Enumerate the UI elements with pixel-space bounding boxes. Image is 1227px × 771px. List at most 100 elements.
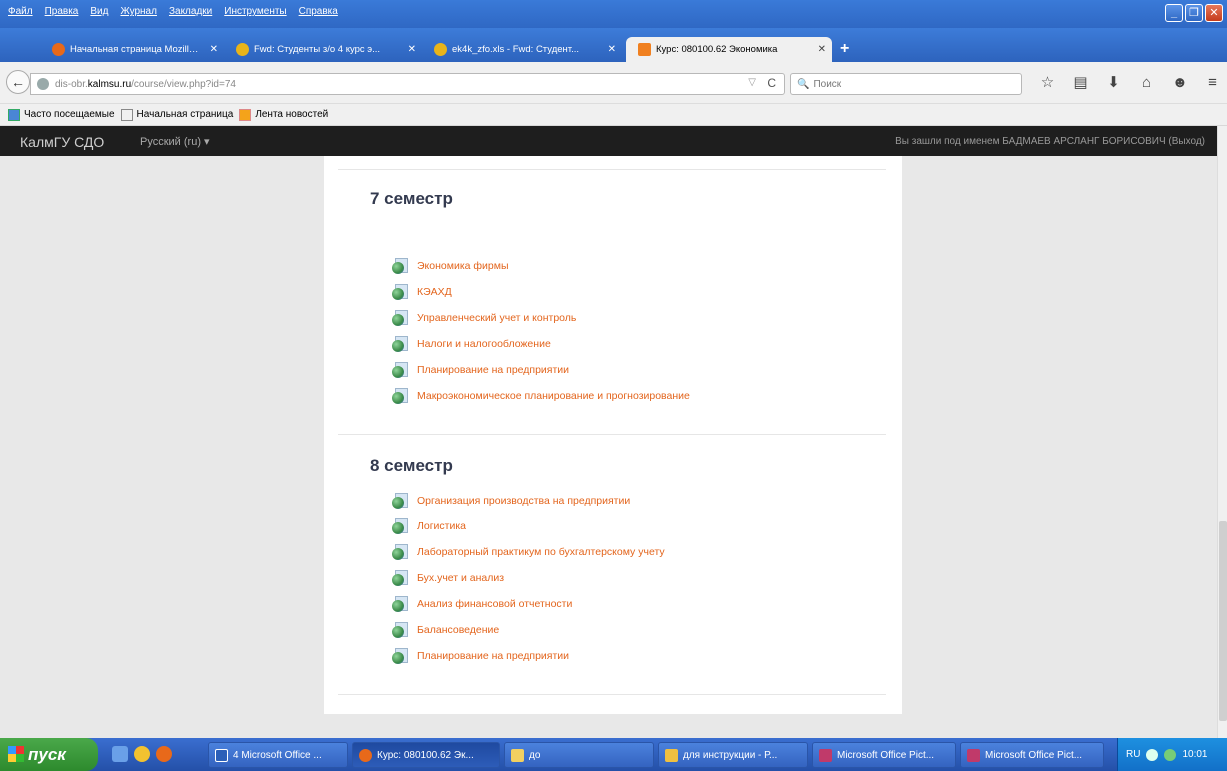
url-resource-icon bbox=[392, 336, 409, 352]
start-button[interactable]: пуск bbox=[0, 738, 98, 771]
section-title-8: 8 семестр bbox=[370, 456, 453, 475]
activity-link[interactable]: Экономика фирмы bbox=[392, 258, 509, 274]
activity-title[interactable]: Логистика bbox=[417, 520, 466, 532]
url-resource-icon bbox=[392, 284, 409, 300]
activity-title[interactable]: Планирование на предприятии bbox=[417, 364, 569, 376]
task-office-picture-2[interactable]: Microsoft Office Pict... bbox=[960, 742, 1104, 768]
activity-link[interactable]: Налоги и налогообложение bbox=[392, 336, 551, 352]
vertical-scrollbar[interactable] bbox=[1217, 126, 1227, 738]
bookmark-most-visited[interactable]: Часто посещаемые bbox=[8, 108, 115, 121]
activity-title[interactable]: Бух.учет и анализ bbox=[417, 572, 504, 584]
activity-title[interactable]: КЭАХД bbox=[417, 286, 452, 298]
tab-course-active[interactable]: Курс: 080100.62 Экономика ✕ bbox=[626, 37, 832, 62]
activity-link[interactable]: Организация производства на предприятии bbox=[392, 493, 630, 509]
section-divider bbox=[338, 169, 886, 170]
clock[interactable]: 10:01 bbox=[1182, 749, 1207, 760]
reload-icon[interactable]: C bbox=[767, 76, 776, 90]
reading-list-icon[interactable]: ▤ bbox=[1073, 75, 1088, 91]
activity-link[interactable]: Планирование на предприятии bbox=[392, 648, 569, 664]
firefox-icon bbox=[52, 43, 65, 56]
tab-fwd-students[interactable]: Fwd: Студенты з/о 4 курс э... ✕ bbox=[224, 37, 422, 62]
download-icon[interactable]: ⬇ bbox=[1106, 75, 1121, 91]
firefox-icon[interactable] bbox=[156, 746, 172, 762]
task-firefox[interactable]: Курс: 080100.62 Эк... bbox=[352, 742, 500, 768]
user-login-info[interactable]: Вы зашли под именем БАДМАЕВ АРСЛАНГ БОРИ… bbox=[895, 136, 1205, 147]
quick-launch bbox=[112, 746, 172, 762]
activity-link[interactable]: Лабораторный практикум по бухгалтерскому… bbox=[392, 544, 665, 560]
activity-link[interactable]: Балансоведение bbox=[392, 622, 499, 638]
back-arrow-icon[interactable]: ← bbox=[6, 70, 30, 94]
menu-tools[interactable]: Инструменты bbox=[224, 6, 286, 17]
menu-edit[interactable]: Правка bbox=[45, 6, 79, 17]
globe-icon bbox=[37, 78, 49, 90]
bookmark-start-page[interactable]: Начальная страница bbox=[120, 108, 233, 121]
url-resource-icon bbox=[392, 544, 409, 560]
tab-close-icon[interactable]: ✕ bbox=[818, 44, 826, 55]
home-icon[interactable]: ⌂ bbox=[1139, 75, 1154, 91]
site-brand-link[interactable]: КалмГУ СДО bbox=[20, 134, 104, 150]
antivirus-icon[interactable] bbox=[1164, 748, 1177, 761]
tab-label: Начальная страница Mozilla ... bbox=[70, 44, 201, 55]
menu-file[interactable]: Файл bbox=[8, 6, 33, 17]
activity-title[interactable]: Балансоведение bbox=[417, 624, 499, 636]
task-paint[interactable]: для инструкции - Р... bbox=[658, 742, 808, 768]
page-icon bbox=[120, 108, 133, 121]
page-viewport: КалмГУ СДО Русский (ru) ▾ Вы зашли под и… bbox=[0, 126, 1217, 738]
activity-link[interactable]: Логистика bbox=[392, 518, 466, 534]
word-icon bbox=[215, 748, 228, 762]
tab-close-icon[interactable]: ✕ bbox=[608, 44, 616, 55]
bookmark-news-feed[interactable]: Лента новостей bbox=[239, 108, 328, 121]
tab-close-icon[interactable]: ✕ bbox=[210, 44, 218, 55]
address-bar[interactable]: dis-obr.kalmsu.ru/course/view.php?id=74 … bbox=[30, 73, 785, 95]
task-folder[interactable]: до bbox=[504, 742, 654, 768]
menu-hamburger-icon[interactable]: ≡ bbox=[1205, 75, 1220, 91]
mail-icon bbox=[434, 43, 447, 56]
activity-title[interactable]: Анализ финансовой отчетности bbox=[417, 598, 572, 610]
activity-link[interactable]: Управленческий учет и контроль bbox=[392, 310, 576, 326]
language-indicator[interactable]: RU bbox=[1126, 749, 1140, 760]
url-resource-icon bbox=[392, 362, 409, 378]
activity-title[interactable]: Планирование на предприятии bbox=[417, 650, 569, 662]
url-resource-icon bbox=[392, 258, 409, 274]
task-office-picture-1[interactable]: Microsoft Office Pict... bbox=[812, 742, 956, 768]
paint-icon bbox=[665, 748, 678, 762]
star-bookmark-icon[interactable]: ☆ bbox=[1040, 75, 1055, 91]
tab-label: Курс: 080100.62 Экономика bbox=[656, 44, 778, 55]
search-icon: 🔍 bbox=[797, 78, 810, 90]
dropdown-arrow-icon[interactable]: ▽ bbox=[748, 77, 756, 88]
menu-help[interactable]: Справка bbox=[299, 6, 338, 17]
activity-title[interactable]: Экономика фирмы bbox=[417, 260, 509, 272]
activity-title[interactable]: Лабораторный практикум по бухгалтерскому… bbox=[417, 546, 665, 558]
close-icon[interactable]: ✕ bbox=[1205, 4, 1223, 22]
tab-close-icon[interactable]: ✕ bbox=[408, 44, 416, 55]
activity-title[interactable]: Управленческий учет и контроль bbox=[417, 312, 576, 324]
folder-icon bbox=[511, 748, 524, 762]
menu-view[interactable]: Вид bbox=[90, 6, 108, 17]
task-word[interactable]: 4 Microsoft Office ... bbox=[208, 742, 348, 768]
new-tab-icon[interactable]: + bbox=[840, 40, 849, 58]
activity-title[interactable]: Макроэкономическое планирование и прогно… bbox=[417, 390, 690, 402]
activity-link[interactable]: КЭАХД bbox=[392, 284, 452, 300]
maximize-icon[interactable]: ❐ bbox=[1185, 4, 1203, 22]
tab-mozilla-start[interactable]: Начальная страница Mozilla ... ✕ bbox=[40, 37, 224, 62]
network-icon[interactable] bbox=[1146, 748, 1159, 761]
activity-link[interactable]: Бух.учет и анализ bbox=[392, 570, 504, 586]
browser-icon[interactable] bbox=[134, 746, 150, 762]
url-resource-icon bbox=[392, 518, 409, 534]
menu-history[interactable]: Журнал bbox=[120, 6, 157, 17]
scrollbar-thumb[interactable] bbox=[1219, 521, 1227, 721]
tab-xls-attachment[interactable]: ek4k_zfo.xls - Fwd: Студент... ✕ bbox=[422, 37, 622, 62]
chat-icon[interactable]: ☻ bbox=[1172, 75, 1188, 91]
minimize-icon[interactable]: _ bbox=[1165, 4, 1183, 22]
activity-link[interactable]: Планирование на предприятии bbox=[392, 362, 569, 378]
activity-link[interactable]: Макроэкономическое планирование и прогно… bbox=[392, 388, 690, 404]
start-label: пуск bbox=[28, 745, 66, 764]
language-selector[interactable]: Русский (ru) ▾ bbox=[140, 135, 210, 148]
menu-bookmarks[interactable]: Закладки bbox=[169, 6, 212, 17]
search-input[interactable]: 🔍 Поиск bbox=[790, 73, 1022, 95]
activity-title[interactable]: Организация производства на предприятии bbox=[417, 495, 630, 507]
activity-link[interactable]: Анализ финансовой отчетности bbox=[392, 596, 572, 612]
activity-title[interactable]: Налоги и налогообложение bbox=[417, 338, 551, 350]
firefox-icon bbox=[359, 748, 372, 762]
desktop-icon[interactable] bbox=[112, 746, 128, 762]
